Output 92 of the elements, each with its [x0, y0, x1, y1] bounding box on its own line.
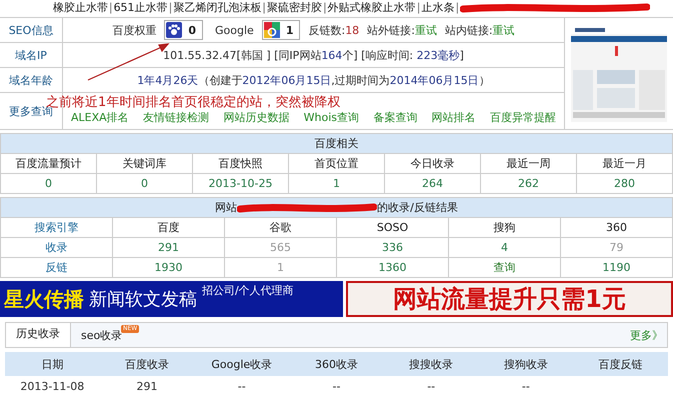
column-header: 谷歌 [224, 218, 336, 238]
row-header: 收录 [0, 238, 112, 258]
nav-link[interactable]: 外贴式橡胶止水带 [328, 0, 416, 15]
nav-link[interactable]: 止水条 [421, 0, 454, 15]
retry-link[interactable]: 重试 [414, 24, 437, 36]
column-header: 关键词库 [96, 154, 192, 174]
column-header: SOSO [336, 218, 448, 238]
stat-label: 反链数: [308, 24, 346, 36]
ad-banner[interactable]: 星火传播 新闻软文发稿 招公司/个人代理商 [0, 281, 343, 317]
table-cell: 291 [112, 238, 224, 258]
weight-label: 百度权重 [112, 22, 156, 38]
table-cell: 280 [576, 174, 672, 194]
column-header: 搜狗 [448, 218, 560, 238]
nav-link[interactable]: 651止水带 [114, 0, 168, 15]
pr-label: Google [215, 24, 254, 36]
stat-value: 18 [345, 24, 360, 36]
table-cell: -- [384, 376, 479, 396]
table-cell: 336 [336, 238, 448, 258]
column-header: 百度反链 [573, 352, 668, 376]
column-header: 百度 [112, 218, 224, 238]
separator: | [455, 1, 460, 14]
ad-headline: 新闻软文发稿 [89, 288, 197, 311]
table-cell: 291 [100, 376, 194, 396]
row-label: 域名IP [0, 43, 63, 67]
column-header: 最近一月 [576, 154, 672, 174]
table-cell: -- [289, 376, 384, 396]
more-link[interactable]: 更多》 [630, 328, 667, 342]
google-icon [264, 22, 280, 38]
column-header: 首页位置 [288, 154, 384, 174]
table-cell: -- [478, 376, 574, 396]
column-header: 百度流量预计 [0, 154, 96, 174]
separator: | [262, 1, 266, 14]
weight-value: 0 [188, 24, 196, 36]
ad-brand: 星火传播 [4, 286, 84, 312]
query-link[interactable]: ALEXA排名 [71, 110, 129, 125]
table-cell: 1 [224, 258, 336, 278]
column-header: 360 [560, 218, 672, 238]
nav-link[interactable]: 橡胶止水带 [52, 0, 108, 15]
table-cell: 2013-10-25 [192, 174, 288, 194]
query-link[interactable]: 查询 [448, 258, 560, 278]
column-header: 日期 [5, 352, 100, 376]
ad-note: 招公司/个人代理商 [202, 283, 294, 298]
row-label: 域名年龄 [0, 68, 63, 92]
query-link[interactable]: 备案查询 [373, 110, 418, 125]
column-header: Google收录 [194, 352, 290, 376]
row-header: 反链 [0, 258, 112, 278]
query-link[interactable]: 网站排名 [432, 110, 476, 125]
column-header: 今日收录 [384, 154, 480, 174]
column-header: 百度收录 [100, 352, 194, 376]
ad-banner[interactable]: 网站流量提升只需1元 [346, 281, 673, 317]
ip-info: 101.55.32.47[韩国 ] [同IP网站164个] [响应时间: 223毫秒] [163, 48, 464, 62]
paw-icon [166, 22, 182, 38]
separator: | [108, 1, 113, 14]
domain-age-info: 1年4月26天（创建于2012年06月15日,过期时间为2014年06月15日） [137, 72, 490, 88]
table-cell: 1930 [112, 258, 224, 278]
table-cell: 1190 [560, 258, 672, 278]
ad-headline: 网站流量提升只需1元 [393, 284, 626, 315]
query-link[interactable]: 友情链接检测 [142, 110, 209, 125]
column-header: 搜搜收录 [384, 352, 479, 376]
column-header: 搜狗收录 [478, 352, 574, 376]
column-header: 最近一周 [480, 154, 576, 174]
table-cell: 262 [480, 174, 576, 194]
table-cell: 264 [384, 174, 480, 194]
table-cell: 4 [448, 238, 560, 258]
section-header: 的收录/反链结果 [377, 201, 458, 214]
table-cell: 79 [560, 238, 672, 258]
section-header: 网站 [215, 201, 238, 214]
table-cell: 2013-11-08 [5, 376, 100, 396]
section-header: 百度相关 [0, 134, 672, 154]
table-cell: 565 [224, 238, 336, 258]
pr-value: 1 [286, 24, 294, 36]
nav-link[interactable]: 聚硫密封胶 [267, 0, 322, 15]
query-link[interactable]: 百度异常提醒 [490, 110, 556, 125]
stat-label: 站外链接: [367, 24, 415, 36]
query-link[interactable]: Whois查询 [304, 110, 359, 125]
separator: | [168, 1, 172, 14]
table-cell: 0 [96, 174, 192, 194]
table-cell: 1360 [336, 258, 448, 278]
separator: | [323, 1, 327, 14]
stat-label: 站内链接: [444, 24, 493, 36]
row-label: SEO信息 [0, 18, 63, 42]
table-cell: 1 [288, 174, 384, 194]
column-header: 百度快照 [192, 154, 288, 174]
separator: | [416, 1, 420, 14]
tab[interactable]: 历史收录 [6, 323, 71, 347]
column-header: 搜索引擎 [0, 218, 112, 238]
retry-link[interactable]: 重试 [492, 24, 515, 36]
nav-link[interactable]: 聚乙烯闭孔泡沫板 [173, 0, 262, 15]
query-link[interactable]: 网站历史数据 [223, 110, 290, 125]
table-cell: 0 [0, 174, 96, 194]
column-header: 360收录 [289, 352, 384, 376]
table-cell: -- [194, 376, 290, 396]
